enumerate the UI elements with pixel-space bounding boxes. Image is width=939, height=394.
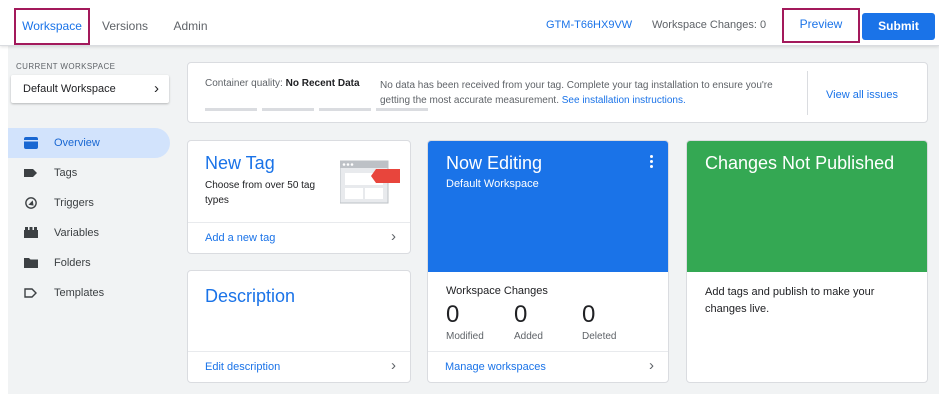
description-title: Description: [205, 286, 296, 306]
not-published-title: Changes Not Published: [705, 153, 895, 173]
stat-value: 0: [446, 301, 460, 328]
tab-admin[interactable]: Admin: [163, 10, 218, 43]
sidebar-item-label: Overview: [54, 137, 100, 149]
changes-not-published-card: Changes Not Published Add tags and publi…: [686, 140, 928, 383]
overview-icon: [24, 137, 38, 149]
sidebar-item-label: Triggers: [54, 197, 94, 209]
add-new-tag-label: Add a new tag: [205, 232, 276, 244]
folder-icon: [24, 258, 38, 268]
add-new-tag-link[interactable]: Add a new tag ›: [188, 222, 410, 253]
stat-value: 0: [514, 301, 528, 328]
more-vert-icon[interactable]: [648, 155, 654, 171]
edit-description-link[interactable]: Edit description ›: [188, 351, 410, 382]
workspace-changes-label: Workspace Changes: [446, 285, 548, 297]
container-quality-card: Container quality: No Recent Data No dat…: [187, 62, 928, 123]
new-tag-card: New Tag Choose from over 50 tag types Ad…: [187, 140, 411, 254]
stat-value: 0: [582, 301, 596, 328]
view-all-issues-link[interactable]: View all issues: [826, 89, 898, 101]
sidebar-item-label: Templates: [54, 287, 105, 299]
stat-label: Added: [514, 331, 543, 342]
divider: [807, 71, 808, 115]
installation-instructions-link[interactable]: See installation instructions.: [562, 95, 686, 106]
sidebar-item-triggers[interactable]: Triggers: [8, 188, 170, 218]
manage-workspaces-label: Manage workspaces: [445, 361, 546, 373]
tab-workspace[interactable]: Workspace: [14, 8, 90, 45]
workspace-name: Default Workspace: [23, 83, 116, 95]
sidebar-item-templates[interactable]: Templates: [8, 278, 170, 308]
sidebar-item-variables[interactable]: Variables: [8, 218, 170, 248]
sidebar-item-label: Folders: [54, 257, 91, 269]
container-quality-value: No Recent Data: [285, 78, 360, 89]
tab-versions[interactable]: Versions: [95, 10, 155, 43]
preview-button[interactable]: Preview: [782, 8, 860, 43]
container-id-link[interactable]: GTM-T66HX9VW: [546, 19, 632, 31]
sidebar-item-label: Variables: [54, 227, 100, 239]
tag-illustration-icon: [340, 160, 400, 204]
variables-icon: [24, 227, 38, 238]
manage-workspaces-link[interactable]: Manage workspaces ›: [428, 351, 668, 382]
top-bar: Workspace Versions Admin GTM-T66HX9VW Wo…: [0, 0, 939, 46]
stat-added: 0 Added: [514, 301, 543, 342]
stat-label: Deleted: [582, 331, 617, 342]
description-card: Description Edit description ›: [187, 270, 411, 383]
now-editing-title: Now Editing: [446, 153, 543, 173]
now-editing-header: Now Editing Default Workspace: [428, 141, 668, 272]
new-tag-title[interactable]: New Tag: [205, 153, 275, 174]
sidebar-item-overview[interactable]: Overview: [8, 128, 170, 158]
chevron-right-icon: ›: [154, 80, 159, 97]
container-quality-label: Container quality: No Recent Data: [205, 78, 360, 89]
workspace-selector[interactable]: Default Workspace ›: [11, 75, 169, 103]
stat-deleted: 0 Deleted: [582, 301, 616, 342]
template-icon: [24, 288, 37, 298]
tag-icon: [24, 169, 37, 177]
sidebar-item-tags[interactable]: Tags: [8, 158, 170, 188]
stat-label: Modified: [446, 331, 484, 342]
edit-description-label: Edit description: [205, 361, 281, 373]
chevron-right-icon: ›: [391, 228, 396, 245]
now-editing-card: Now Editing Default Workspace Workspace …: [427, 140, 669, 383]
sidebar-item-label: Tags: [54, 167, 78, 179]
now-editing-workspace: Default Workspace: [446, 178, 539, 190]
quality-message: No data has been received from your tag.…: [380, 80, 773, 106]
new-tag-description: Choose from over 50 tag types: [205, 180, 316, 206]
chevron-right-icon: ›: [649, 357, 654, 374]
submit-button[interactable]: Submit: [862, 13, 935, 40]
current-workspace-label: CURRENT WORKSPACE: [16, 62, 116, 71]
not-published-header: Changes Not Published: [687, 141, 927, 272]
stat-modified: 0 Modified: [446, 301, 484, 342]
trigger-icon: [25, 197, 37, 209]
sidebar-item-folders[interactable]: Folders: [8, 248, 170, 278]
chevron-right-icon: ›: [391, 357, 396, 374]
workspace-changes-count: Workspace Changes: 0: [652, 19, 767, 31]
not-published-message: Add tags and publish to make your change…: [705, 286, 875, 315]
